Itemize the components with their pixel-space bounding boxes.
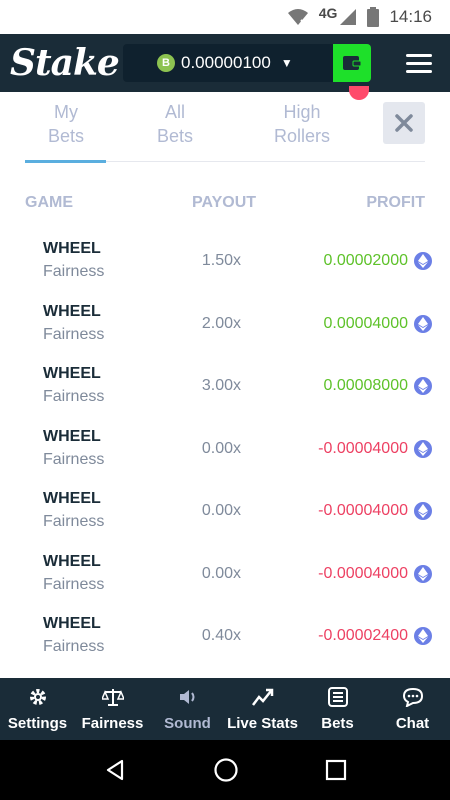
row-profit: 0.00004000 [323, 314, 408, 332]
row-payout: 0.00x [201, 564, 241, 582]
header-bar: Stake B 0.00000100 ▼ [0, 34, 450, 92]
column-header-payout: PAYOUT [192, 194, 257, 211]
bets-table: WHEEL Fairness 1.50x 0.00002000 WHEEL Fairnes… [0, 230, 450, 668]
tab-label: Bets [156, 126, 194, 146]
table-row[interactable]: WHEEL Fairness 0.00x -0.00004000 [0, 480, 450, 543]
signal-icon [339, 8, 357, 26]
nav-item-live-stats[interactable]: Live Stats [225, 678, 300, 740]
ethereum-icon [414, 502, 432, 520]
stake-logo[interactable]: Stake [10, 42, 120, 84]
row-profit: 0.00002000 [323, 252, 408, 269]
status-bar: 4G 14:16 [0, 0, 450, 34]
trend-icon [251, 687, 274, 711]
scale-icon [100, 687, 125, 711]
tab-label: All [164, 102, 185, 122]
row-game[interactable]: WHEEL [43, 615, 101, 633]
battery-icon [367, 7, 380, 27]
nav-item-settings[interactable]: Settings [0, 678, 75, 740]
row-payout: 0.40x [201, 627, 241, 644]
table-row[interactable]: WHEEL Fairness 1.50x 0.00002000 [0, 230, 450, 293]
hamburger-menu-icon[interactable] [406, 53, 432, 73]
ethereum-icon [414, 314, 432, 333]
chevron-down-icon: ▼ [280, 56, 293, 70]
column-header-profit: PROFIT [366, 194, 425, 211]
bottom-nav: Settings Fairness Sound Live Stats Bets Chat [0, 678, 450, 740]
tab-label: Bets [47, 126, 85, 146]
tab-high-rollers[interactable]: High Rollers [260, 100, 344, 148]
recents-icon[interactable] [325, 759, 347, 781]
system-nav-bar [0, 740, 450, 800]
row-fairness[interactable]: Fairness [43, 576, 104, 594]
row-profit: -0.00004000 [318, 439, 408, 457]
tab-label: My [54, 102, 78, 122]
ethereum-icon [414, 377, 432, 395]
row-profit: -0.00002400 [318, 627, 408, 644]
nav-label: Bets [321, 714, 354, 732]
balance-amount: 0.00000100 [181, 53, 271, 72]
row-fairness[interactable]: Fairness [43, 263, 104, 281]
notification-dot [349, 86, 369, 100]
row-game[interactable]: WHEEL [43, 490, 101, 508]
wifi-off-icon [287, 8, 309, 26]
close-button[interactable] [383, 102, 425, 144]
table-row[interactable]: WHEEL Fairness 0.40x -0.00002400 [0, 605, 450, 668]
gear-icon [28, 687, 48, 711]
wallet-icon [343, 56, 362, 70]
ethereum-icon [414, 627, 432, 645]
chat-icon [402, 687, 424, 711]
row-game[interactable]: WHEEL [43, 365, 101, 383]
ethereum-icon [414, 564, 432, 583]
nav-label: Sound [164, 714, 211, 732]
row-payout: 0.00x [201, 502, 241, 519]
row-fairness[interactable]: Fairness [43, 638, 104, 656]
row-payout: 0.00x [201, 439, 241, 457]
row-game[interactable]: WHEEL [43, 428, 101, 446]
nav-label: Live Stats [227, 714, 298, 732]
home-icon[interactable] [213, 757, 239, 783]
balance-selector[interactable]: B 0.00000100 ▼ [123, 44, 333, 82]
row-fairness[interactable]: Fairness [43, 513, 104, 531]
row-fairness[interactable]: Fairness [43, 326, 104, 344]
row-game[interactable]: WHEEL [43, 303, 101, 321]
nav-item-sound[interactable]: Sound [150, 678, 225, 740]
bitcoin-cash-icon: B [157, 54, 175, 72]
row-profit: -0.00004000 [318, 564, 408, 582]
bets-tabs: My Bets All Bets High Rollers [0, 86, 450, 166]
nav-label: Chat [395, 714, 430, 732]
row-profit: 0.00008000 [323, 377, 408, 394]
row-game[interactable]: WHEEL [43, 553, 101, 571]
table-row[interactable]: WHEEL Fairness 3.00x 0.00008000 [0, 355, 450, 418]
row-payout: 1.50x [201, 252, 241, 269]
table-row[interactable]: WHEEL Fairness 2.00x 0.00004000 [0, 293, 450, 356]
row-payout: 3.00x [201, 377, 241, 394]
column-header-game: GAME [25, 194, 73, 211]
list-icon [327, 686, 348, 711]
wallet-button[interactable] [333, 44, 371, 82]
nav-item-bets[interactable]: Bets [300, 678, 375, 740]
active-tab-indicator [25, 160, 106, 163]
row-fairness[interactable]: Fairness [43, 388, 104, 406]
back-icon[interactable] [103, 758, 127, 782]
row-profit: -0.00004000 [318, 502, 408, 519]
ethereum-icon [414, 439, 432, 458]
close-icon [395, 114, 413, 132]
table-row[interactable]: WHEEL Fairness 0.00x -0.00004000 [0, 543, 450, 606]
network-label: 4G [318, 5, 338, 21]
row-payout: 2.00x [201, 314, 241, 332]
nav-item-fairness[interactable]: Fairness [75, 678, 150, 740]
tab-label: Rollers [273, 126, 330, 146]
tab-all-bets[interactable]: All Bets [133, 100, 217, 148]
table-header: GAME PAYOUT PROFIT [0, 186, 450, 220]
table-row[interactable]: WHEEL Fairness 0.00x -0.00004000 [0, 418, 450, 481]
nav-label: Fairness [81, 714, 144, 732]
nav-item-chat[interactable]: Chat [375, 678, 450, 740]
clock: 14:16 [389, 7, 432, 26]
tab-label: High [283, 102, 321, 122]
ethereum-icon [414, 252, 432, 270]
tab-my-bets[interactable]: My Bets [24, 100, 108, 148]
row-fairness[interactable]: Fairness [43, 451, 104, 469]
row-game[interactable]: WHEEL [43, 240, 101, 258]
nav-label: Settings [7, 714, 68, 732]
speaker-icon [178, 687, 198, 711]
